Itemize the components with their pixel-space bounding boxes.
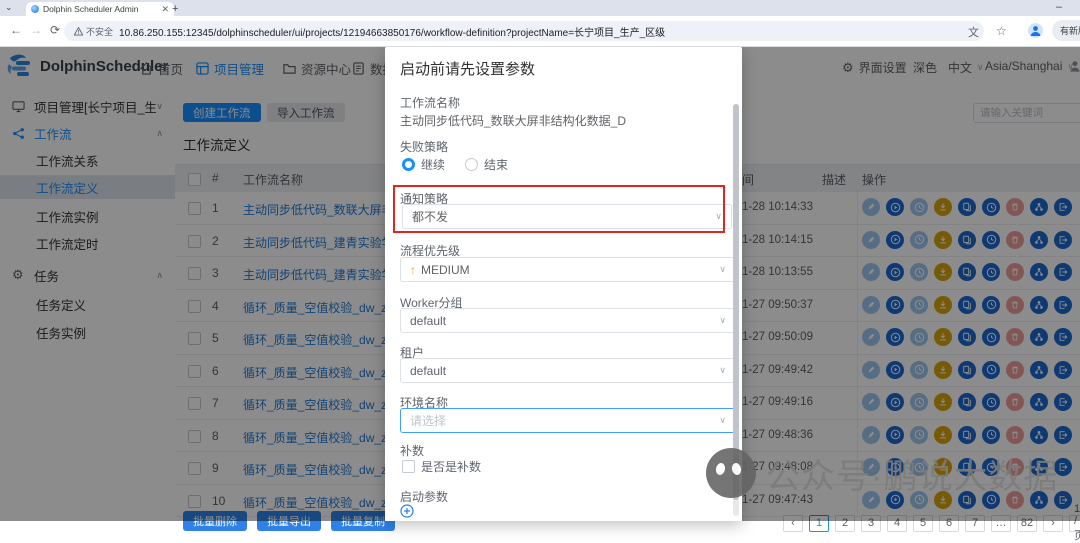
radio-continue[interactable] <box>402 158 415 171</box>
modal-title: 启动前请先设置参数 <box>400 61 536 78</box>
url-text: 10.86.250.155:12345/dolphinscheduler/ui/… <box>119 27 666 39</box>
chevron-down-icon: ∨ <box>719 415 726 425</box>
workflow-name-value: 主动同步低代码_数联大屏非结构化数据_D <box>400 114 627 128</box>
back-button[interactable]: ← <box>10 23 22 37</box>
notify-highlight-box <box>393 185 725 233</box>
bookmark-star-icon[interactable]: ☆ <box>996 24 1007 38</box>
warning-triangle-icon <box>74 26 83 36</box>
browser-update-pill[interactable]: 有新版 C <box>1052 20 1080 41</box>
radio-end[interactable] <box>465 158 479 171</box>
url-bar: ← → ⟳ 不安全 10.86.250.155:12345/dolphinsch… <box>0 16 1080 47</box>
watermark-text: 公众号·鹏说大数据 <box>766 457 1059 496</box>
close-tab-icon[interactable]: ✕ <box>161 4 169 15</box>
backfill-label: 补数 <box>400 444 425 458</box>
tab-title: Dolphin Scheduler Admin <box>43 4 139 14</box>
backfill-checkbox-label: 是否是补数 <box>421 460 482 474</box>
worker-group-select[interactable]: default ∨ <box>400 308 736 333</box>
wechat-account-icon <box>706 448 756 498</box>
scrollbar-thumb[interactable] <box>733 104 739 500</box>
favicon-dolphin-icon <box>31 5 39 13</box>
priority-select[interactable]: ↑ MEDIUM ∨ <box>400 257 736 282</box>
add-param-icon[interactable] <box>400 504 414 523</box>
radio-continue-label: 继续 <box>421 158 446 172</box>
failure-strategy-label: 失败策略 <box>400 140 449 154</box>
tab-search-chevron-icon[interactable]: ⌄ <box>5 2 13 13</box>
tab-strip: ⌄ Dolphin Scheduler Admin ✕ + – <box>0 0 1080 16</box>
chevron-down-icon: ∨ <box>719 264 726 274</box>
startup-params-label: 启动参数 <box>400 490 449 504</box>
tenant-select[interactable]: default ∨ <box>400 358 736 383</box>
address-bar[interactable]: 不安全 10.86.250.155:12345/dolphinscheduler… <box>64 21 984 41</box>
backfill-checkbox[interactable] <box>402 460 415 473</box>
minimize-window-button[interactable]: – <box>1056 1 1062 13</box>
new-tab-button[interactable]: + <box>172 3 178 15</box>
watermark: 公众号·鹏说大数据 <box>706 448 1058 498</box>
workflow-name-label: 工作流名称 <box>400 96 461 110</box>
chevron-down-icon: ∨ <box>719 365 726 375</box>
browser-tab[interactable]: Dolphin Scheduler Admin ✕ <box>26 2 174 16</box>
failure-strategy-radios: 继续 结束 <box>402 156 508 173</box>
environment-select[interactable]: 请选择 ∨ <box>400 408 736 433</box>
translate-icon[interactable]: 文 <box>968 24 979 40</box>
browser-chrome: ⌄ Dolphin Scheduler Admin ✕ + – ← → ⟳ 不安… <box>0 0 1080 47</box>
radio-end-label: 结束 <box>484 158 509 172</box>
start-params-modal: 启动前请先设置参数 工作流名称 主动同步低代码_数联大屏非结构化数据_D 失败策… <box>385 46 742 521</box>
backfill-row: 是否是补数 <box>402 458 481 475</box>
forward-button[interactable]: → <box>30 23 42 37</box>
not-secure-badge[interactable]: 不安全 <box>74 25 113 38</box>
priority-up-arrow-icon: ↑ <box>410 262 416 277</box>
chevron-down-icon: ∨ <box>719 315 726 325</box>
reload-button[interactable]: ⟳ <box>50 23 60 37</box>
person-icon <box>1030 26 1041 36</box>
browser-avatar[interactable] <box>1028 23 1043 38</box>
